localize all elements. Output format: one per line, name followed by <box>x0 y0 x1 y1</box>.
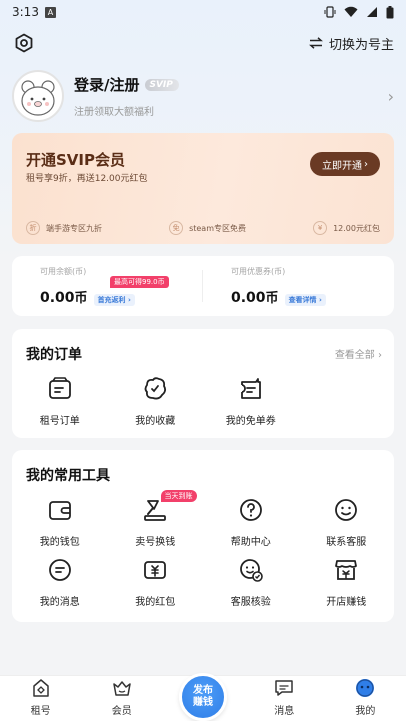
same-day-tag: 当天到账 <box>160 490 197 502</box>
profile-subtitle: 注册领取大额福利 <box>74 107 154 118</box>
profile-icon <box>354 677 376 699</box>
tool-service-verify[interactable]: 客服核验 <box>203 556 299 608</box>
open-vip-button[interactable]: 立即开通 › <box>310 152 380 176</box>
notification-icon: A <box>44 6 56 18</box>
favorite-icon <box>141 375 169 403</box>
orders-title: 我的订单 <box>26 347 82 363</box>
wallet-icon <box>46 496 74 524</box>
vip-card[interactable]: 开通SVIP会员 租号享9折，再送12.00元红包 立即开通 › 折端手游专区九… <box>12 133 394 244</box>
view-details-link[interactable]: 查看详情 › <box>284 294 326 306</box>
tool-help-center[interactable]: 帮助中心 <box>203 496 299 548</box>
chevron-right-icon: › <box>364 158 368 170</box>
tool-open-shop[interactable]: 开店赚钱 <box>299 556 395 608</box>
chevron-right-icon: › <box>387 86 394 106</box>
tool-messages[interactable]: 我的消息 <box>12 556 108 608</box>
order-item-coupons[interactable]: 我的免单券 <box>203 375 299 427</box>
status-time: 3:13 <box>12 5 39 19</box>
max-reward-tag: 最高可得99.0币 <box>110 276 169 288</box>
open-vip-label: 立即开通 <box>322 160 362 172</box>
publish-label-line2: 赚钱 <box>193 697 213 708</box>
view-all-link[interactable]: 查看全部 › <box>335 346 382 361</box>
tool-wallet[interactable]: 我的钱包 <box>12 496 108 548</box>
order-item-favorites[interactable]: 我的收藏 <box>108 375 204 427</box>
balance-unit: 币 <box>74 291 88 306</box>
coupon-icon <box>237 375 265 403</box>
order-item-rental[interactable]: 租号订单 <box>12 375 108 427</box>
chat-icon <box>273 677 295 699</box>
coupon-column[interactable]: 可用优惠券(币) 0.00 币 查看详情 › <box>203 256 394 316</box>
help-icon <box>237 496 265 524</box>
login-register-link[interactable]: 登录/注册 <box>74 74 139 95</box>
balance-column[interactable]: 可用余额(币) 0.00 币 首充返利 › 最高可得99.0币 <box>12 256 203 316</box>
tools-title: 我的常用工具 <box>26 468 110 484</box>
shop-icon <box>332 556 360 584</box>
bear-avatar-icon <box>21 80 55 116</box>
perk-item: 免 steam专区免费 <box>169 221 246 235</box>
publish-earn-button[interactable]: 发布 赚钱 <box>179 673 227 721</box>
balance-value: 0.00 <box>40 290 75 306</box>
tools-card: 我的常用工具 我的钱包 当天到账 卖号换钱 帮助中心 联系客服 我的消息 我的红… <box>12 450 394 622</box>
redpacket-icon <box>141 556 169 584</box>
switch-role-label: 切换为号主 <box>328 37 394 53</box>
order-icon <box>46 375 74 403</box>
settings-icon[interactable] <box>12 31 36 55</box>
avatar[interactable] <box>12 70 64 122</box>
tab-rent[interactable]: 租号 <box>0 676 81 721</box>
switch-role-button[interactable]: 切换为号主 <box>309 34 394 53</box>
home-icon <box>30 677 52 699</box>
first-recharge-link[interactable]: 首充返利 › <box>93 294 135 306</box>
publish-label-line1: 发布 <box>193 685 213 696</box>
tool-contact-service[interactable]: 联系客服 <box>299 496 395 548</box>
tab-mine[interactable]: 我的 <box>325 676 406 721</box>
swap-icon <box>309 37 323 49</box>
signal-icon <box>367 7 377 17</box>
free-icon: 免 <box>169 221 184 235</box>
redpacket-icon: ¥ <box>313 221 328 235</box>
vip-title: 开通SVIP会员 <box>26 151 125 169</box>
balance-card: 可用余额(币) 0.00 币 首充返利 › 最高可得99.0币 可用优惠券(币) … <box>12 256 394 316</box>
orders-card: 我的订单 查看全部 › 租号订单 我的收藏 我的免单券 <box>12 329 394 438</box>
tool-red-packets[interactable]: 我的红包 <box>108 556 204 608</box>
verify-icon <box>237 556 265 584</box>
tab-messages[interactable]: 消息 <box>244 676 325 721</box>
coupon-value: 0.00 <box>231 290 266 306</box>
profile-section[interactable]: 登录/注册 SVIP 注册领取大额福利 › <box>12 68 394 124</box>
member-icon <box>111 677 133 699</box>
vibrate-icon <box>324 6 336 18</box>
discount-icon: 折 <box>26 221 40 235</box>
message-icon <box>46 556 74 584</box>
vip-subtitle: 租号享9折，再送12.00元红包 <box>26 174 148 184</box>
perk-item: ¥12.00元红包 <box>313 221 380 235</box>
svip-badge: SVIP <box>145 78 179 91</box>
coupon-unit: 币 <box>265 291 279 306</box>
top-bar: 切换为号主 <box>0 28 406 58</box>
service-icon <box>332 496 360 524</box>
wifi-icon <box>344 6 358 17</box>
status-bar: 3:13 A <box>0 0 406 24</box>
coupon-label: 可用优惠券(币) <box>231 267 286 276</box>
perk-item: 折端手游专区九折 <box>26 221 102 235</box>
tool-sell-account[interactable]: 当天到账 卖号换钱 <box>108 490 204 548</box>
battery-icon <box>386 5 394 18</box>
tab-member[interactable]: 会员 <box>81 676 162 721</box>
